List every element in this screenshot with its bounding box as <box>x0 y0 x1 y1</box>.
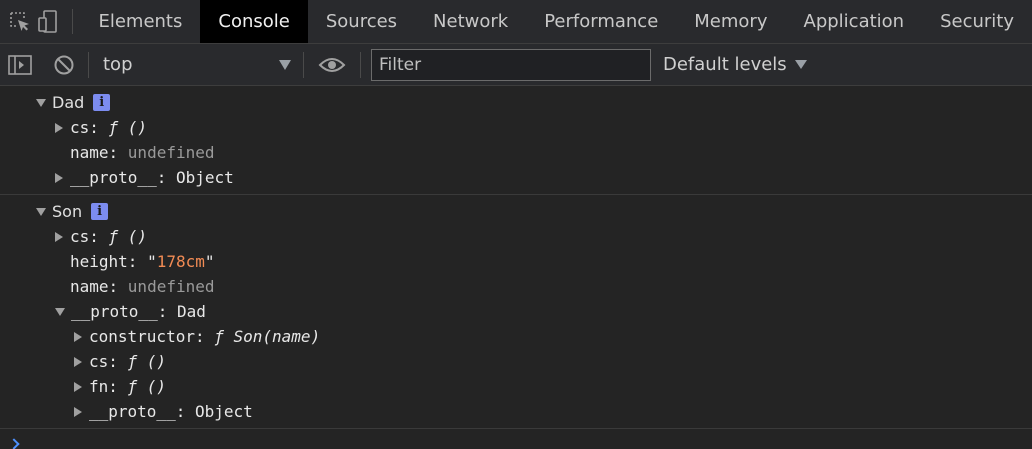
devtools-tabbar: Elements Console Sources Network Perform… <box>0 0 1032 44</box>
property-row[interactable]: fn: ƒ () <box>0 374 1032 399</box>
property-row[interactable]: constructor: ƒ Son(name) <box>0 324 1032 349</box>
tabbar-separator <box>71 9 73 34</box>
property-value: undefined <box>127 143 215 162</box>
property-row[interactable]: __proto__: Object <box>0 399 1032 424</box>
info-icon[interactable]: i <box>91 203 109 220</box>
string-quote: " <box>147 252 157 271</box>
property-separator: : <box>108 143 128 162</box>
property-key: constructor <box>89 327 195 346</box>
property-row[interactable]: __proto__: Dad <box>0 299 1032 324</box>
property-key: fn <box>89 377 109 396</box>
property-value: 178cm <box>156 252 205 271</box>
property-key: name <box>70 143 109 162</box>
console-message-dad: Dad i cs: ƒ () name: undefined __proto__… <box>0 86 1032 195</box>
object-header[interactable]: Son i <box>0 199 1032 224</box>
sidebar-toggle-icon[interactable] <box>0 44 40 86</box>
filter-input[interactable] <box>371 48 651 81</box>
log-levels-dropdown[interactable]: Default levels <box>663 54 807 75</box>
property-key: height <box>70 252 128 271</box>
chevron-down-icon <box>279 59 291 70</box>
console-toolbar: top Default levels <box>0 44 1032 86</box>
property-row: name: undefined <box>0 274 1032 299</box>
property-key: cs <box>89 352 109 371</box>
property-key: name <box>70 277 109 296</box>
property-key: __proto__ <box>70 168 157 187</box>
tab-performance[interactable]: Performance <box>526 0 676 43</box>
expand-triangle-icon[interactable] <box>55 307 65 316</box>
collapse-triangle-icon[interactable] <box>74 356 82 367</box>
property-row: height: " 178cm " <box>0 249 1032 274</box>
property-separator: : <box>108 377 128 396</box>
collapse-triangle-icon[interactable] <box>55 172 63 183</box>
property-row: name: undefined <box>0 140 1032 165</box>
toolbar-separator <box>360 51 361 78</box>
console-message-son: Son i cs: ƒ () height: " 178cm " name: und… <box>0 195 1032 429</box>
property-key: cs <box>70 227 90 246</box>
tab-sources[interactable]: Sources <box>308 0 415 43</box>
property-separator: : <box>108 277 128 296</box>
expand-triangle-icon[interactable] <box>36 207 46 216</box>
live-expression-eye-icon[interactable] <box>304 44 360 86</box>
object-label: Dad <box>52 93 85 112</box>
property-row[interactable]: cs: ƒ () <box>0 224 1032 249</box>
property-separator: : <box>194 327 215 346</box>
expand-triangle-icon[interactable] <box>36 98 46 107</box>
property-value: Object <box>175 168 234 187</box>
clear-console-icon[interactable] <box>40 44 88 86</box>
devtools-window: Elements Console Sources Network Perform… <box>0 0 1032 449</box>
property-separator: : <box>157 302 177 321</box>
collapse-triangle-icon[interactable] <box>55 231 63 242</box>
property-row[interactable]: cs: ƒ () <box>0 349 1032 374</box>
property-row[interactable]: cs: ƒ () <box>0 115 1032 140</box>
property-separator: : <box>108 352 128 371</box>
object-label: Son <box>52 202 83 221</box>
property-value: ƒ () <box>127 352 167 371</box>
tab-memory[interactable]: Memory <box>676 0 785 43</box>
collapse-triangle-icon[interactable] <box>74 331 82 342</box>
prompt-chevron-icon <box>8 438 20 449</box>
log-levels-label: Default levels <box>663 54 787 75</box>
property-value: ƒ () <box>108 118 148 137</box>
chevron-down-icon <box>794 60 807 69</box>
property-separator: : <box>89 227 109 246</box>
property-value: ƒ Son(name) <box>214 327 321 346</box>
property-separator: : <box>89 118 109 137</box>
context-value: top <box>103 54 133 75</box>
info-icon[interactable]: i <box>93 94 111 111</box>
collapse-triangle-icon[interactable] <box>74 381 82 392</box>
device-toolbar-icon[interactable] <box>34 0 62 43</box>
tab-security[interactable]: Security <box>922 0 1032 43</box>
property-key: cs <box>70 118 90 137</box>
collapse-triangle-icon[interactable] <box>74 406 82 417</box>
tab-application[interactable]: Application <box>786 0 923 43</box>
property-value: Object <box>194 402 253 421</box>
tab-elements[interactable]: Elements <box>80 0 200 43</box>
tab-network[interactable]: Network <box>415 0 526 43</box>
string-quote: " <box>204 252 215 271</box>
tab-console[interactable]: Console <box>200 0 308 43</box>
property-value: ƒ () <box>108 227 148 246</box>
console-prompt[interactable] <box>0 429 1032 449</box>
property-key: __proto__ <box>89 402 176 421</box>
property-value: ƒ () <box>127 377 167 396</box>
property-separator: : <box>175 402 195 421</box>
context-selector[interactable]: top <box>89 44 303 86</box>
property-value: Dad <box>176 302 206 321</box>
collapse-triangle-icon[interactable] <box>55 122 63 133</box>
inspect-element-icon[interactable] <box>6 0 34 43</box>
property-separator: : <box>127 252 148 271</box>
property-row[interactable]: __proto__: Object <box>0 165 1032 190</box>
property-value: undefined <box>127 277 215 296</box>
console-output: Dad i cs: ƒ () name: undefined __proto__… <box>0 86 1032 449</box>
property-separator: : <box>156 168 176 187</box>
object-header[interactable]: Dad i <box>0 90 1032 115</box>
property-key: __proto__ <box>71 302 158 321</box>
